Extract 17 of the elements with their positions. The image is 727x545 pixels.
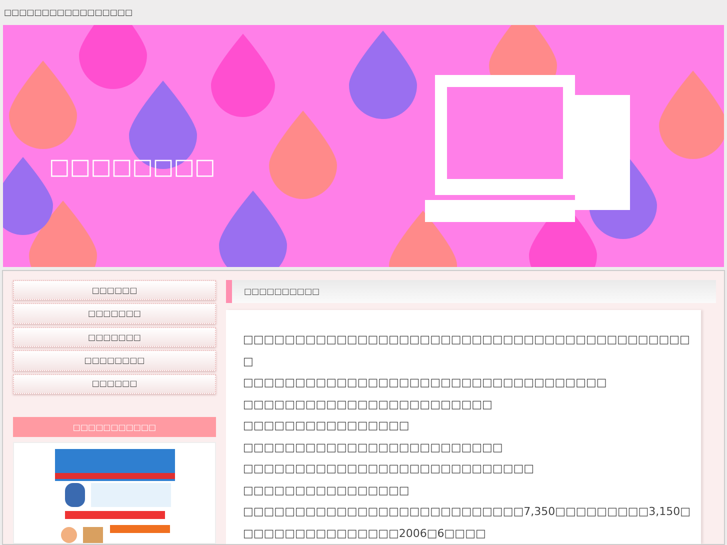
nav-link[interactable]: □□□□□□ <box>13 374 216 394</box>
paragraph: □□□□□□□□□□□□□□□□ <box>243 482 410 498</box>
paragraph: □□□□□□□□□□□□□□□□□□□□□□□□□□□□□□□□□□□□□□□□□□□□ <box>243 332 691 370</box>
paragraph: □□□□□□□□□□□□□□□□□□□□□□□□□□□□□□□□□□□ <box>243 375 608 391</box>
paragraph: □□□□□□□□□□□□□□□□□□□□□□□□□□□□ <box>243 461 536 477</box>
paragraph: □□□□□□□□□□□□□□□□□□□□□□□□ <box>243 396 494 412</box>
nav-link[interactable]: □□□□□□□□ <box>13 350 216 371</box>
nav-link[interactable]: □□□□□□ <box>13 280 216 300</box>
paragraph: □□□□□□□□□□□□□□□□ <box>243 418 410 434</box>
sidebar-heading: □□□□□□□□□□□ <box>13 417 216 437</box>
page-title: □□□□□□□□□□□□□□□□□ <box>3 7 134 19</box>
paragraph: □□□□□□□□□□□□□□□□□□□□□□□□□□□7,350□□□□□□□□□3,150□□□□□□□□□□□□□□□□2006□6□□□□ <box>243 504 692 542</box>
nav-link[interactable]: □□□□□□□ <box>13 326 216 348</box>
site-title: □□□□□□□□ <box>49 155 216 180</box>
paragraph: □□□□□□□□□□□□□□□□□□□□□□□□□ <box>243 440 504 456</box>
nav-link[interactable]: □□□□□□□ <box>13 303 216 324</box>
section-heading: □□□□□□□□□□ <box>226 280 716 303</box>
